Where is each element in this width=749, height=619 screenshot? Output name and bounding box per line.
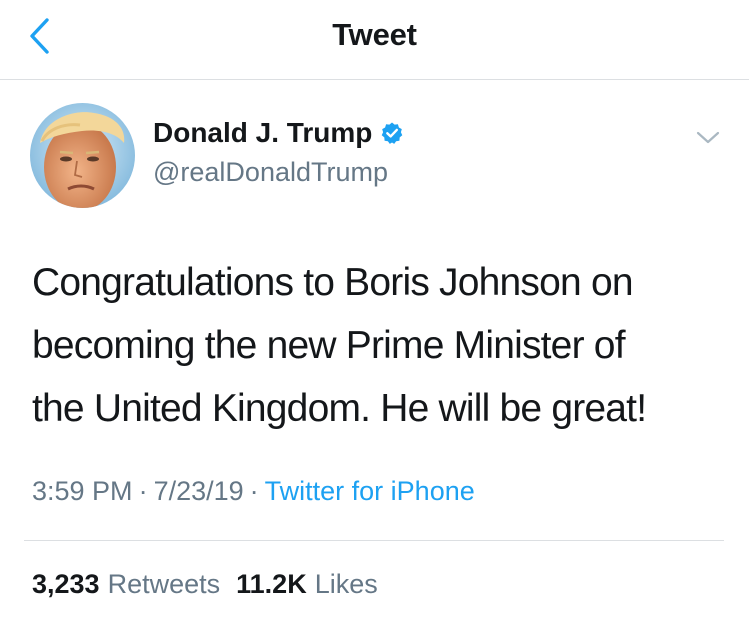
divider bbox=[24, 540, 724, 541]
display-name[interactable]: Donald J. Trump bbox=[153, 117, 372, 149]
meta-separator: · bbox=[249, 476, 259, 506]
tweet-source-link[interactable]: Twitter for iPhone bbox=[265, 476, 475, 506]
tweet-date: 7/23/19 bbox=[153, 476, 244, 506]
tweet-text-line: the United Kingdom. He will be great! bbox=[32, 387, 647, 430]
user-handle[interactable]: @realDonaldTrump bbox=[153, 157, 388, 188]
tweet-text-line: Congratulations to Boris Johnson on bbox=[32, 261, 634, 304]
verified-badge-icon bbox=[382, 122, 403, 144]
tweet-text: Congratulations to Boris Johnson on beco… bbox=[32, 251, 722, 440]
retweets-label: Retweets bbox=[107, 569, 221, 599]
tweet-text-line: becoming the new Prime Minister of bbox=[32, 324, 626, 367]
top-nav-bar: Tweet bbox=[0, 0, 749, 80]
page-title: Tweet bbox=[332, 17, 417, 52]
likes-label: Likes bbox=[314, 569, 378, 599]
tweet-meta: 3:59 PM · 7/23/19 · Twitter for iPhone bbox=[32, 476, 475, 507]
avatar[interactable] bbox=[30, 103, 135, 208]
meta-separator: · bbox=[138, 476, 148, 506]
tweet-time: 3:59 PM bbox=[32, 476, 133, 506]
avatar-image bbox=[30, 103, 135, 208]
likes-stat[interactable]: 11.2K Likes bbox=[236, 569, 378, 600]
retweets-count: 3,233 bbox=[32, 569, 100, 599]
more-options-button[interactable] bbox=[688, 120, 728, 156]
tweet-detail-screen: Tweet Donald J. Trump @realDonaldTrump C… bbox=[0, 0, 749, 619]
chevron-down-icon bbox=[696, 131, 720, 144]
likes-count: 11.2K bbox=[236, 569, 307, 599]
author-name-row[interactable]: Donald J. Trump bbox=[153, 117, 404, 149]
retweets-stat[interactable]: 3,233 Retweets bbox=[32, 569, 220, 600]
tweet-stats: 3,233 Retweets 11.2K Likes bbox=[32, 569, 378, 600]
